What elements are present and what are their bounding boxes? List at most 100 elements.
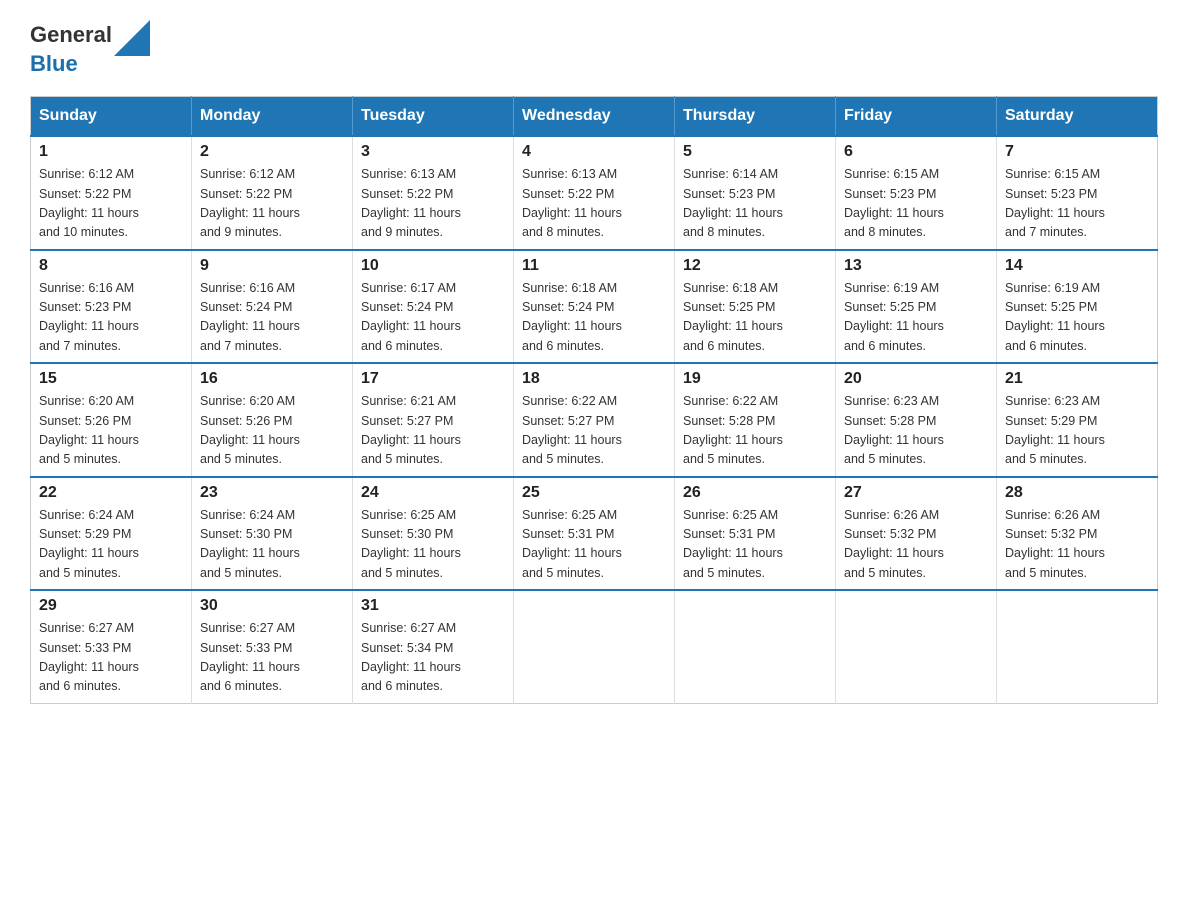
day-number: 26: [683, 484, 827, 502]
day-number: 25: [522, 484, 666, 502]
week-row-2: 8 Sunrise: 6:16 AM Sunset: 5:23 PM Dayli…: [31, 250, 1158, 364]
day-info: Sunrise: 6:16 AM Sunset: 5:24 PM Dayligh…: [200, 279, 344, 357]
day-info: Sunrise: 6:22 AM Sunset: 5:28 PM Dayligh…: [683, 392, 827, 470]
calendar-cell: 13 Sunrise: 6:19 AM Sunset: 5:25 PM Dayl…: [836, 250, 997, 364]
day-number: 20: [844, 370, 988, 388]
calendar-cell: 15 Sunrise: 6:20 AM Sunset: 5:26 PM Dayl…: [31, 363, 192, 477]
day-number: 6: [844, 143, 988, 161]
calendar-cell: 7 Sunrise: 6:15 AM Sunset: 5:23 PM Dayli…: [997, 136, 1158, 250]
day-number: 22: [39, 484, 183, 502]
calendar-header-row: SundayMondayTuesdayWednesdayThursdayFrid…: [31, 97, 1158, 137]
day-info: Sunrise: 6:18 AM Sunset: 5:24 PM Dayligh…: [522, 279, 666, 357]
day-number: 28: [1005, 484, 1149, 502]
day-info: Sunrise: 6:25 AM Sunset: 5:31 PM Dayligh…: [683, 506, 827, 584]
column-header-sunday: Sunday: [31, 97, 192, 137]
day-info: Sunrise: 6:25 AM Sunset: 5:30 PM Dayligh…: [361, 506, 505, 584]
day-info: Sunrise: 6:13 AM Sunset: 5:22 PM Dayligh…: [522, 165, 666, 243]
day-number: 21: [1005, 370, 1149, 388]
calendar-cell: 23 Sunrise: 6:24 AM Sunset: 5:30 PM Dayl…: [192, 477, 353, 591]
day-info: Sunrise: 6:13 AM Sunset: 5:22 PM Dayligh…: [361, 165, 505, 243]
column-header-tuesday: Tuesday: [353, 97, 514, 137]
day-number: 1: [39, 143, 183, 161]
calendar-cell: 4 Sunrise: 6:13 AM Sunset: 5:22 PM Dayli…: [514, 136, 675, 250]
day-number: 10: [361, 257, 505, 275]
day-number: 13: [844, 257, 988, 275]
calendar-cell: 16 Sunrise: 6:20 AM Sunset: 5:26 PM Dayl…: [192, 363, 353, 477]
logo-triangle-icon: [114, 20, 150, 56]
day-number: 9: [200, 257, 344, 275]
calendar-cell: 31 Sunrise: 6:27 AM Sunset: 5:34 PM Dayl…: [353, 590, 514, 703]
day-number: 30: [200, 597, 344, 615]
day-number: 27: [844, 484, 988, 502]
column-header-thursday: Thursday: [675, 97, 836, 137]
calendar-cell: 25 Sunrise: 6:25 AM Sunset: 5:31 PM Dayl…: [514, 477, 675, 591]
day-number: 31: [361, 597, 505, 615]
day-number: 5: [683, 143, 827, 161]
day-number: 23: [200, 484, 344, 502]
day-info: Sunrise: 6:12 AM Sunset: 5:22 PM Dayligh…: [200, 165, 344, 243]
calendar-cell: 20 Sunrise: 6:23 AM Sunset: 5:28 PM Dayl…: [836, 363, 997, 477]
day-number: 14: [1005, 257, 1149, 275]
page-header: GeneralBlue: [30, 20, 1158, 76]
calendar-cell: 8 Sunrise: 6:16 AM Sunset: 5:23 PM Dayli…: [31, 250, 192, 364]
calendar-cell: 14 Sunrise: 6:19 AM Sunset: 5:25 PM Dayl…: [997, 250, 1158, 364]
calendar-table: SundayMondayTuesdayWednesdayThursdayFrid…: [30, 96, 1158, 704]
day-info: Sunrise: 6:18 AM Sunset: 5:25 PM Dayligh…: [683, 279, 827, 357]
day-info: Sunrise: 6:23 AM Sunset: 5:29 PM Dayligh…: [1005, 392, 1149, 470]
calendar-cell: 2 Sunrise: 6:12 AM Sunset: 5:22 PM Dayli…: [192, 136, 353, 250]
column-header-wednesday: Wednesday: [514, 97, 675, 137]
calendar-cell: 3 Sunrise: 6:13 AM Sunset: 5:22 PM Dayli…: [353, 136, 514, 250]
day-info: Sunrise: 6:15 AM Sunset: 5:23 PM Dayligh…: [844, 165, 988, 243]
calendar-cell: [836, 590, 997, 703]
calendar-cell: 6 Sunrise: 6:15 AM Sunset: 5:23 PM Dayli…: [836, 136, 997, 250]
day-info: Sunrise: 6:20 AM Sunset: 5:26 PM Dayligh…: [39, 392, 183, 470]
calendar-cell: 26 Sunrise: 6:25 AM Sunset: 5:31 PM Dayl…: [675, 477, 836, 591]
calendar-cell: 21 Sunrise: 6:23 AM Sunset: 5:29 PM Dayl…: [997, 363, 1158, 477]
logo-blue-text: Blue: [30, 51, 78, 76]
day-info: Sunrise: 6:27 AM Sunset: 5:34 PM Dayligh…: [361, 619, 505, 697]
day-number: 2: [200, 143, 344, 161]
calendar-cell: 30 Sunrise: 6:27 AM Sunset: 5:33 PM Dayl…: [192, 590, 353, 703]
day-info: Sunrise: 6:27 AM Sunset: 5:33 PM Dayligh…: [200, 619, 344, 697]
day-info: Sunrise: 6:12 AM Sunset: 5:22 PM Dayligh…: [39, 165, 183, 243]
calendar-cell: 12 Sunrise: 6:18 AM Sunset: 5:25 PM Dayl…: [675, 250, 836, 364]
day-info: Sunrise: 6:22 AM Sunset: 5:27 PM Dayligh…: [522, 392, 666, 470]
day-number: 8: [39, 257, 183, 275]
calendar-cell: 18 Sunrise: 6:22 AM Sunset: 5:27 PM Dayl…: [514, 363, 675, 477]
logo[interactable]: GeneralBlue: [30, 20, 152, 76]
column-header-monday: Monday: [192, 97, 353, 137]
calendar-cell: [675, 590, 836, 703]
week-row-3: 15 Sunrise: 6:20 AM Sunset: 5:26 PM Dayl…: [31, 363, 1158, 477]
day-info: Sunrise: 6:21 AM Sunset: 5:27 PM Dayligh…: [361, 392, 505, 470]
day-info: Sunrise: 6:15 AM Sunset: 5:23 PM Dayligh…: [1005, 165, 1149, 243]
day-number: 16: [200, 370, 344, 388]
calendar-cell: 10 Sunrise: 6:17 AM Sunset: 5:24 PM Dayl…: [353, 250, 514, 364]
day-info: Sunrise: 6:14 AM Sunset: 5:23 PM Dayligh…: [683, 165, 827, 243]
day-info: Sunrise: 6:26 AM Sunset: 5:32 PM Dayligh…: [1005, 506, 1149, 584]
day-info: Sunrise: 6:19 AM Sunset: 5:25 PM Dayligh…: [844, 279, 988, 357]
day-info: Sunrise: 6:26 AM Sunset: 5:32 PM Dayligh…: [844, 506, 988, 584]
column-header-saturday: Saturday: [997, 97, 1158, 137]
calendar-cell: [514, 590, 675, 703]
day-info: Sunrise: 6:17 AM Sunset: 5:24 PM Dayligh…: [361, 279, 505, 357]
day-number: 24: [361, 484, 505, 502]
calendar-cell: [997, 590, 1158, 703]
day-number: 11: [522, 257, 666, 275]
day-number: 15: [39, 370, 183, 388]
day-number: 4: [522, 143, 666, 161]
week-row-1: 1 Sunrise: 6:12 AM Sunset: 5:22 PM Dayli…: [31, 136, 1158, 250]
calendar-cell: 9 Sunrise: 6:16 AM Sunset: 5:24 PM Dayli…: [192, 250, 353, 364]
day-info: Sunrise: 6:23 AM Sunset: 5:28 PM Dayligh…: [844, 392, 988, 470]
day-info: Sunrise: 6:24 AM Sunset: 5:29 PM Dayligh…: [39, 506, 183, 584]
week-row-4: 22 Sunrise: 6:24 AM Sunset: 5:29 PM Dayl…: [31, 477, 1158, 591]
calendar-cell: 29 Sunrise: 6:27 AM Sunset: 5:33 PM Dayl…: [31, 590, 192, 703]
column-header-friday: Friday: [836, 97, 997, 137]
day-number: 17: [361, 370, 505, 388]
day-info: Sunrise: 6:24 AM Sunset: 5:30 PM Dayligh…: [200, 506, 344, 584]
calendar-cell: 28 Sunrise: 6:26 AM Sunset: 5:32 PM Dayl…: [997, 477, 1158, 591]
day-number: 12: [683, 257, 827, 275]
day-number: 7: [1005, 143, 1149, 161]
day-number: 29: [39, 597, 183, 615]
week-row-5: 29 Sunrise: 6:27 AM Sunset: 5:33 PM Dayl…: [31, 590, 1158, 703]
calendar-cell: 11 Sunrise: 6:18 AM Sunset: 5:24 PM Dayl…: [514, 250, 675, 364]
